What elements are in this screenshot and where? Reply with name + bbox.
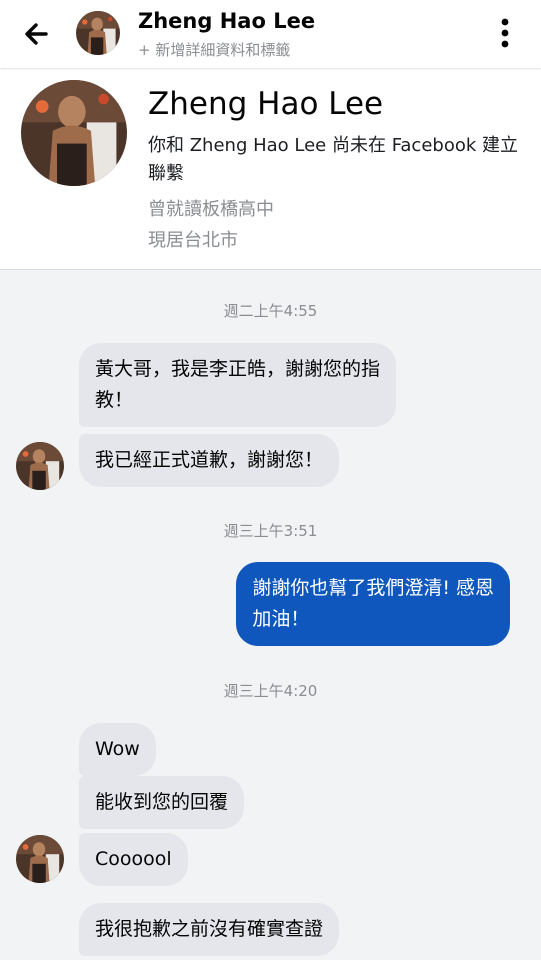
message-text-line: 教！ <box>95 389 134 411</box>
profile-name: Zheng Hao Lee <box>148 86 384 122</box>
outgoing-message[interactable]: 謝謝你也幫了我們澄清! 感恩 加油！ <box>236 562 510 646</box>
incoming-message[interactable]: Coooool <box>79 833 188 886</box>
header-avatar[interactable] <box>76 11 120 55</box>
message-text-line: 謝謝你也幫了我們澄清! 感恩 <box>252 577 494 599</box>
incoming-message[interactable]: Wow <box>79 723 156 776</box>
message-text-line: 黃大哥，我是李正皓，謝謝您的指 <box>95 358 381 380</box>
connection-status-text: 你和 Zheng Hao Lee 尚未在 Facebook 建立聯繫 <box>148 135 518 184</box>
more-vertical-icon[interactable] <box>494 16 516 50</box>
message-timestamp: 週二上午4:55 <box>223 302 318 320</box>
add-details-link[interactable]: + 新增詳細資料和標籤 <box>138 39 290 60</box>
message-text: 能收到您的回覆 <box>95 791 229 813</box>
sender-avatar[interactable] <box>16 835 64 883</box>
sender-avatar[interactable] <box>16 442 64 490</box>
profile-education: 曾就讀板橋高中 <box>148 199 274 220</box>
conversation-header: Zheng Hao Lee + 新增詳細資料和標籤 <box>0 0 541 68</box>
incoming-message[interactable]: 我已經正式道歉，謝謝您！ <box>79 434 340 487</box>
message-text: Wow <box>95 738 140 760</box>
profile-avatar[interactable] <box>21 80 127 186</box>
message-text: 我已經正式道歉，謝謝您！ <box>95 449 324 471</box>
message-timestamp: 週三上午4:20 <box>223 682 318 700</box>
profile-location: 現居台北市 <box>148 230 238 251</box>
message-timestamp: 週三上午3:51 <box>223 522 318 540</box>
back-arrow-icon[interactable] <box>20 18 52 50</box>
header-contact-name[interactable]: Zheng Hao Lee <box>138 9 315 33</box>
incoming-message[interactable]: 黃大哥，我是李正皓，謝謝您的指 教！ <box>79 343 397 427</box>
message-text-line: 加油！ <box>252 608 310 630</box>
profile-card: Zheng Hao Lee 你和 Zheng Hao Lee 尚未在 Faceb… <box>0 69 541 270</box>
incoming-message[interactable]: 我很抱歉之前沒有確實查證 <box>79 903 340 956</box>
incoming-message[interactable]: 能收到您的回覆 <box>79 776 245 829</box>
message-thread[interactable]: 週二上午4:55 黃大哥，我是李正皓，謝謝您的指 教！ 我已經正式道歉，謝謝您！… <box>0 270 541 960</box>
message-text: Coooool <box>95 848 172 870</box>
message-text: 我很抱歉之前沒有確實查證 <box>95 918 324 940</box>
